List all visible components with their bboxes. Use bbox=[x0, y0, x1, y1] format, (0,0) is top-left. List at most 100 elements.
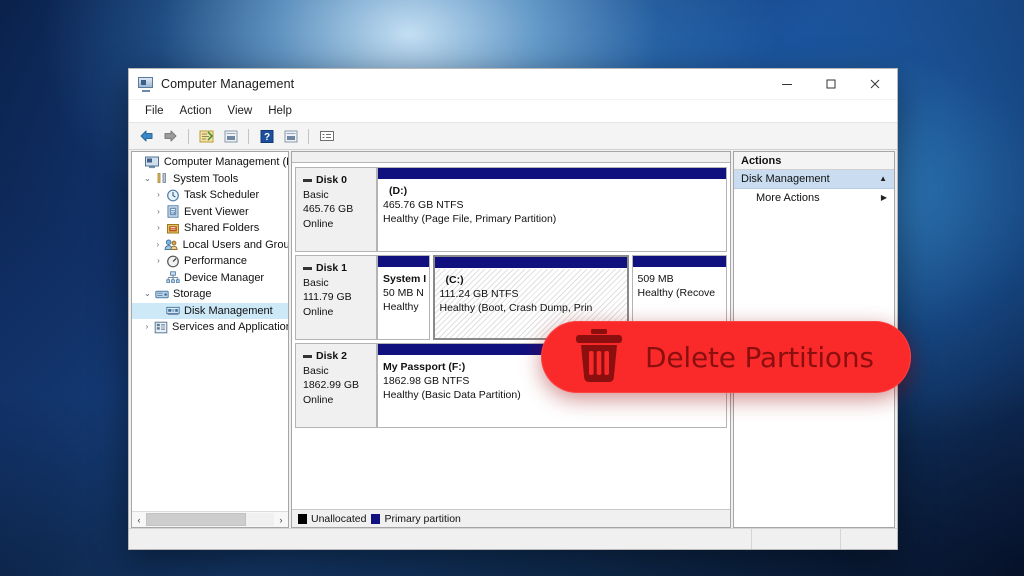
tree-item-storage[interactable]: ⌄ Storage bbox=[132, 286, 288, 303]
chevron-icon[interactable]: › bbox=[152, 253, 165, 269]
tree-item-system-tools[interactable]: ⌄ System Tools bbox=[132, 171, 288, 188]
chevron-up-icon[interactable]: ▲ bbox=[879, 175, 887, 183]
disk-row: Disk 0 Basic 465.76 GB Online (D:) 465.7… bbox=[295, 167, 727, 252]
scrollbar-thumb[interactable] bbox=[146, 513, 246, 526]
partition-color-bar bbox=[633, 256, 727, 268]
menu-help[interactable]: Help bbox=[260, 100, 300, 122]
minimize-button[interactable] bbox=[765, 69, 809, 99]
tree-item-services-and-applications[interactable]: › Services and Applications bbox=[132, 319, 288, 336]
partition-health: Healthy bbox=[383, 300, 424, 314]
disk-info-panel[interactable]: Disk 1 Basic 111.79 GB Online bbox=[295, 255, 377, 340]
close-button[interactable] bbox=[853, 69, 897, 99]
legend-item-primary: Primary partition bbox=[371, 513, 460, 525]
disk-size: 1862.99 GB bbox=[303, 378, 376, 393]
menu-bar: File Action View Help bbox=[129, 100, 897, 123]
tree-item-computer-management[interactable]: Computer Management (Local bbox=[132, 154, 288, 171]
status-cell-secondary bbox=[752, 529, 841, 549]
trash-icon bbox=[573, 327, 625, 388]
menu-file[interactable]: File bbox=[137, 100, 172, 122]
services-icon bbox=[153, 320, 168, 334]
tree-item-label: System Tools bbox=[173, 173, 238, 185]
maximize-button[interactable] bbox=[809, 69, 853, 99]
scrollbar-track[interactable] bbox=[146, 513, 274, 526]
disk-list-header bbox=[292, 152, 730, 163]
tree-item-event-viewer[interactable]: › Event Viewer bbox=[132, 204, 288, 221]
chevron-right-icon[interactable]: ▶ bbox=[881, 194, 887, 202]
partition-size: 465.76 GB NTFS bbox=[383, 198, 721, 212]
partition-health: Healthy (Page File, Primary Partition) bbox=[383, 212, 721, 226]
chevron-icon[interactable]: › bbox=[152, 237, 164, 253]
forward-icon[interactable] bbox=[160, 126, 181, 146]
delete-partitions-banner[interactable]: Delete Partitions bbox=[541, 321, 911, 393]
actions-group-disk-management[interactable]: Disk Management ▲ bbox=[734, 170, 894, 189]
partition-health: Healthy (Recove bbox=[638, 286, 722, 300]
chevron-icon[interactable]: ⌄ bbox=[141, 171, 154, 187]
toolbar-separator-2 bbox=[248, 129, 249, 144]
disk-name-row: Disk 2 bbox=[303, 349, 376, 364]
tree-horizontal-scrollbar[interactable]: ‹ › bbox=[132, 511, 288, 527]
help-icon[interactable]: ? bbox=[256, 126, 277, 146]
tree-item-performance[interactable]: › Performance bbox=[132, 253, 288, 270]
chevron-icon[interactable]: › bbox=[152, 204, 165, 220]
shared-folders-icon bbox=[165, 221, 180, 235]
status-cell-tertiary bbox=[841, 529, 897, 549]
disk-name: Disk 2 bbox=[316, 349, 347, 364]
tree-item-shared-folders[interactable]: › Shared Folders bbox=[132, 220, 288, 237]
disk-type: Basic bbox=[303, 364, 376, 379]
tree-item-label: Disk Management bbox=[184, 305, 273, 317]
legend-item-unallocated: Unallocated bbox=[298, 513, 366, 525]
tree-item-disk-management[interactable]: Disk Management bbox=[132, 303, 288, 320]
properties-icon[interactable] bbox=[220, 126, 241, 146]
disk-info-panel[interactable]: Disk 2 Basic 1862.99 GB Online bbox=[295, 343, 377, 428]
tree-item-label: Local Users and Groups bbox=[183, 239, 288, 251]
menu-action[interactable]: Action bbox=[172, 100, 220, 122]
disk-name-row: Disk 1 bbox=[303, 261, 376, 276]
list-view-icon[interactable] bbox=[316, 126, 337, 146]
disk-status: Online bbox=[303, 305, 376, 320]
window-title: Computer Management bbox=[161, 77, 294, 91]
disk-info-panel[interactable]: Disk 0 Basic 465.76 GB Online bbox=[295, 167, 377, 252]
disk-name: Disk 0 bbox=[316, 173, 347, 188]
refresh-icon[interactable] bbox=[280, 126, 301, 146]
scroll-right-arrow-icon[interactable]: › bbox=[274, 513, 288, 526]
disk-icon bbox=[303, 179, 312, 182]
window-controls bbox=[765, 69, 897, 99]
console-tree-pane: Computer Management (Local ⌄ System Tool… bbox=[131, 151, 289, 528]
toolbar: ? bbox=[129, 123, 897, 150]
partition-color-bar bbox=[378, 256, 429, 268]
chevron-icon[interactable]: › bbox=[141, 319, 153, 335]
disk-status: Online bbox=[303, 393, 376, 408]
title-bar: Computer Management bbox=[129, 69, 897, 100]
disk-size: 465.76 GB bbox=[303, 202, 376, 217]
partition-block[interactable]: (D:) 465.76 GB NTFS Healthy (Page File, … bbox=[377, 167, 727, 252]
status-cell-main bbox=[129, 529, 752, 549]
disk-status: Online bbox=[303, 217, 376, 232]
partition-label: (C:) bbox=[440, 273, 622, 287]
chevron-icon[interactable]: › bbox=[152, 187, 165, 203]
tree-item-task-scheduler[interactable]: › Task Scheduler bbox=[132, 187, 288, 204]
tree-item-device-manager[interactable]: Device Manager bbox=[132, 270, 288, 287]
tree-item-label: Performance bbox=[184, 255, 247, 267]
primary-partition-swatch-icon bbox=[371, 514, 380, 524]
tree-item-label: Device Manager bbox=[184, 272, 264, 284]
disk-icon bbox=[303, 267, 312, 270]
partition-color-bar bbox=[378, 168, 726, 180]
partition-color-bar bbox=[435, 257, 627, 269]
menu-view[interactable]: View bbox=[220, 100, 261, 122]
scroll-left-arrow-icon[interactable]: ‹ bbox=[132, 513, 146, 526]
back-icon[interactable] bbox=[136, 126, 157, 146]
console-tree: Computer Management (Local ⌄ System Tool… bbox=[132, 152, 288, 511]
storage-icon bbox=[154, 287, 169, 301]
partition-block[interactable]: System I 50 MB N Healthy bbox=[377, 255, 430, 340]
disk-name: Disk 1 bbox=[316, 261, 347, 276]
disk-name-row: Disk 0 bbox=[303, 173, 376, 188]
partition-size: 111.24 GB NTFS bbox=[440, 287, 622, 301]
chevron-icon[interactable]: ⌄ bbox=[141, 286, 154, 302]
tree-item-local-users-and-groups[interactable]: › Local Users and Groups bbox=[132, 237, 288, 254]
partition-details: (D:) 465.76 GB NTFS Healthy (Page File, … bbox=[378, 180, 726, 251]
partition-size: 50 MB N bbox=[383, 286, 424, 300]
chevron-icon[interactable]: › bbox=[152, 220, 165, 236]
actions-item-more-actions[interactable]: More Actions ▶ bbox=[734, 189, 894, 207]
show-hide-console-tree-icon[interactable] bbox=[196, 126, 217, 146]
disk-icon bbox=[303, 355, 312, 358]
